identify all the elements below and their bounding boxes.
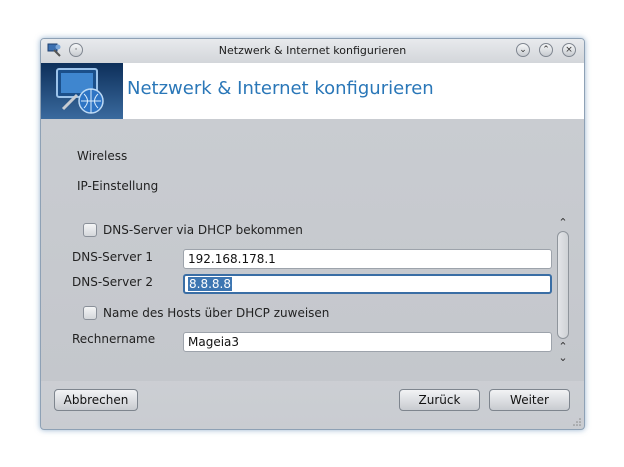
- scroll-down-arrow-icon[interactable]: ⌄: [556, 352, 570, 364]
- hostname-dhcp-label: Name des Hosts über DHCP zuweisen: [103, 306, 330, 320]
- resize-grip-icon[interactable]: [573, 418, 581, 426]
- scroll-up-icon[interactable]: ⌃: [556, 217, 570, 229]
- network-globe-icon: [56, 68, 104, 114]
- step-wireless: Wireless: [77, 149, 128, 163]
- dns1-label: DNS-Server 1: [72, 250, 153, 264]
- banner-title: Netzwerk & Internet konfigurieren: [127, 78, 434, 99]
- window-title: Netzwerk & Internet konfigurieren: [218, 44, 407, 57]
- back-button[interactable]: Zurück: [399, 389, 480, 411]
- cancel-button[interactable]: Abbrechen: [54, 389, 138, 411]
- hostname-dhcp-checkbox[interactable]: [83, 306, 97, 320]
- hostname-input[interactable]: Mageia3: [183, 332, 552, 352]
- dns2-label: DNS-Server 2: [72, 275, 153, 289]
- scrollbar[interactable]: [557, 231, 569, 339]
- title-bar[interactable]: · Netzwerk & Internet konfigurieren ⌄ ⌃ …: [41, 39, 584, 63]
- banner-image: [41, 63, 123, 119]
- dialog-window: · Netzwerk & Internet konfigurieren ⌄ ⌃ …: [40, 38, 585, 430]
- next-button[interactable]: Weiter: [489, 389, 570, 411]
- dns-dhcp-checkbox[interactable]: [83, 223, 97, 237]
- header-banner: Netzwerk & Internet konfigurieren: [41, 63, 584, 119]
- dns1-input[interactable]: 192.168.178.1: [183, 249, 552, 269]
- dns-dhcp-label: DNS-Server via DHCP bekommen: [103, 223, 303, 237]
- dns2-input[interactable]: 8.8.8.8: [183, 274, 552, 294]
- dns2-selected-text: 8.8.8.8: [188, 277, 232, 291]
- hostname-label: Rechnername: [72, 332, 156, 346]
- step-ip-settings: IP-Einstellung: [77, 179, 159, 193]
- close-icon[interactable]: ×: [562, 43, 576, 57]
- maximize-icon[interactable]: ⌃: [539, 43, 553, 57]
- minimize-icon[interactable]: ⌄: [516, 43, 530, 57]
